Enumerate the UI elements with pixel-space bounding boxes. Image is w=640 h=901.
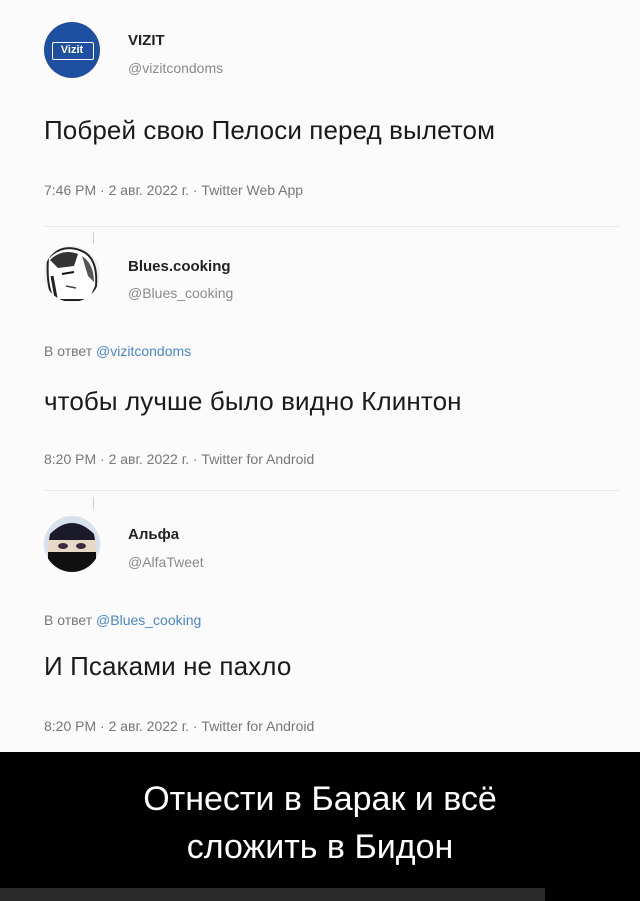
tweet-meta: 8:20 PM · 2 авг. 2022 г. · Twitter for A… xyxy=(44,718,315,734)
divider xyxy=(44,490,619,491)
avatar-logo-text: Vizit xyxy=(60,44,84,56)
caption-line-2: сложить в Бидон xyxy=(186,828,454,866)
meme-caption: Отнести в Барак и всё сложить в Бидон xyxy=(0,752,640,901)
thread-connector xyxy=(93,232,94,244)
tweet-3: Альфа @AlfaTweet В ответ @Blues_cooking … xyxy=(44,516,624,736)
reply-to-link[interactable]: @Blues_cooking xyxy=(96,612,201,628)
tweet-meta: 8:20 PM · 2 авг. 2022 г. · Twitter for A… xyxy=(44,451,315,467)
blues-avatar[interactable] xyxy=(44,246,100,302)
tweet-text: чтобы лучше было видно Клинтон xyxy=(44,386,462,416)
bottom-bar xyxy=(0,888,545,901)
ninja-face-icon xyxy=(44,516,100,572)
tweet-text: И Псаками не пахло xyxy=(44,651,292,681)
tweet-meta: 7:46 PM · 2 авг. 2022 г. · Twitter Web A… xyxy=(44,182,304,198)
vizit-avatar[interactable]: Vizit xyxy=(44,22,100,78)
reply-context: В ответ @Blues_cooking xyxy=(44,612,201,628)
author-name[interactable]: Альфа xyxy=(128,526,179,543)
tweet-text: Побрей свою Пелоси перед вылетом xyxy=(44,115,496,145)
manga-face-icon xyxy=(44,246,100,302)
reply-to-link[interactable]: @vizitcondoms xyxy=(96,343,191,359)
caption-line-1: Отнести в Барак и всё xyxy=(143,780,497,818)
reply-prefix: В ответ xyxy=(44,343,93,359)
author-name[interactable]: VIZIT xyxy=(128,32,165,49)
author-name[interactable]: Blues.cooking xyxy=(128,258,231,275)
author-handle[interactable]: @AlfaTweet xyxy=(128,554,204,570)
author-handle[interactable]: @vizitcondoms xyxy=(128,60,223,76)
alfa-avatar[interactable] xyxy=(44,516,100,572)
tweet-2: Blues.cooking @Blues_cooking В ответ @vi… xyxy=(44,246,624,476)
author-handle[interactable]: @Blues_cooking xyxy=(128,285,233,301)
divider xyxy=(44,226,619,227)
reply-prefix: В ответ xyxy=(44,612,93,628)
thread-connector xyxy=(93,497,94,509)
reply-context: В ответ @vizitcondoms xyxy=(44,343,191,359)
tweet-1: Vizit VIZIT @vizitcondoms Побрей свою Пе… xyxy=(44,22,624,212)
tweet-thread: Vizit VIZIT @vizitcondoms Побрей свою Пе… xyxy=(0,0,640,752)
